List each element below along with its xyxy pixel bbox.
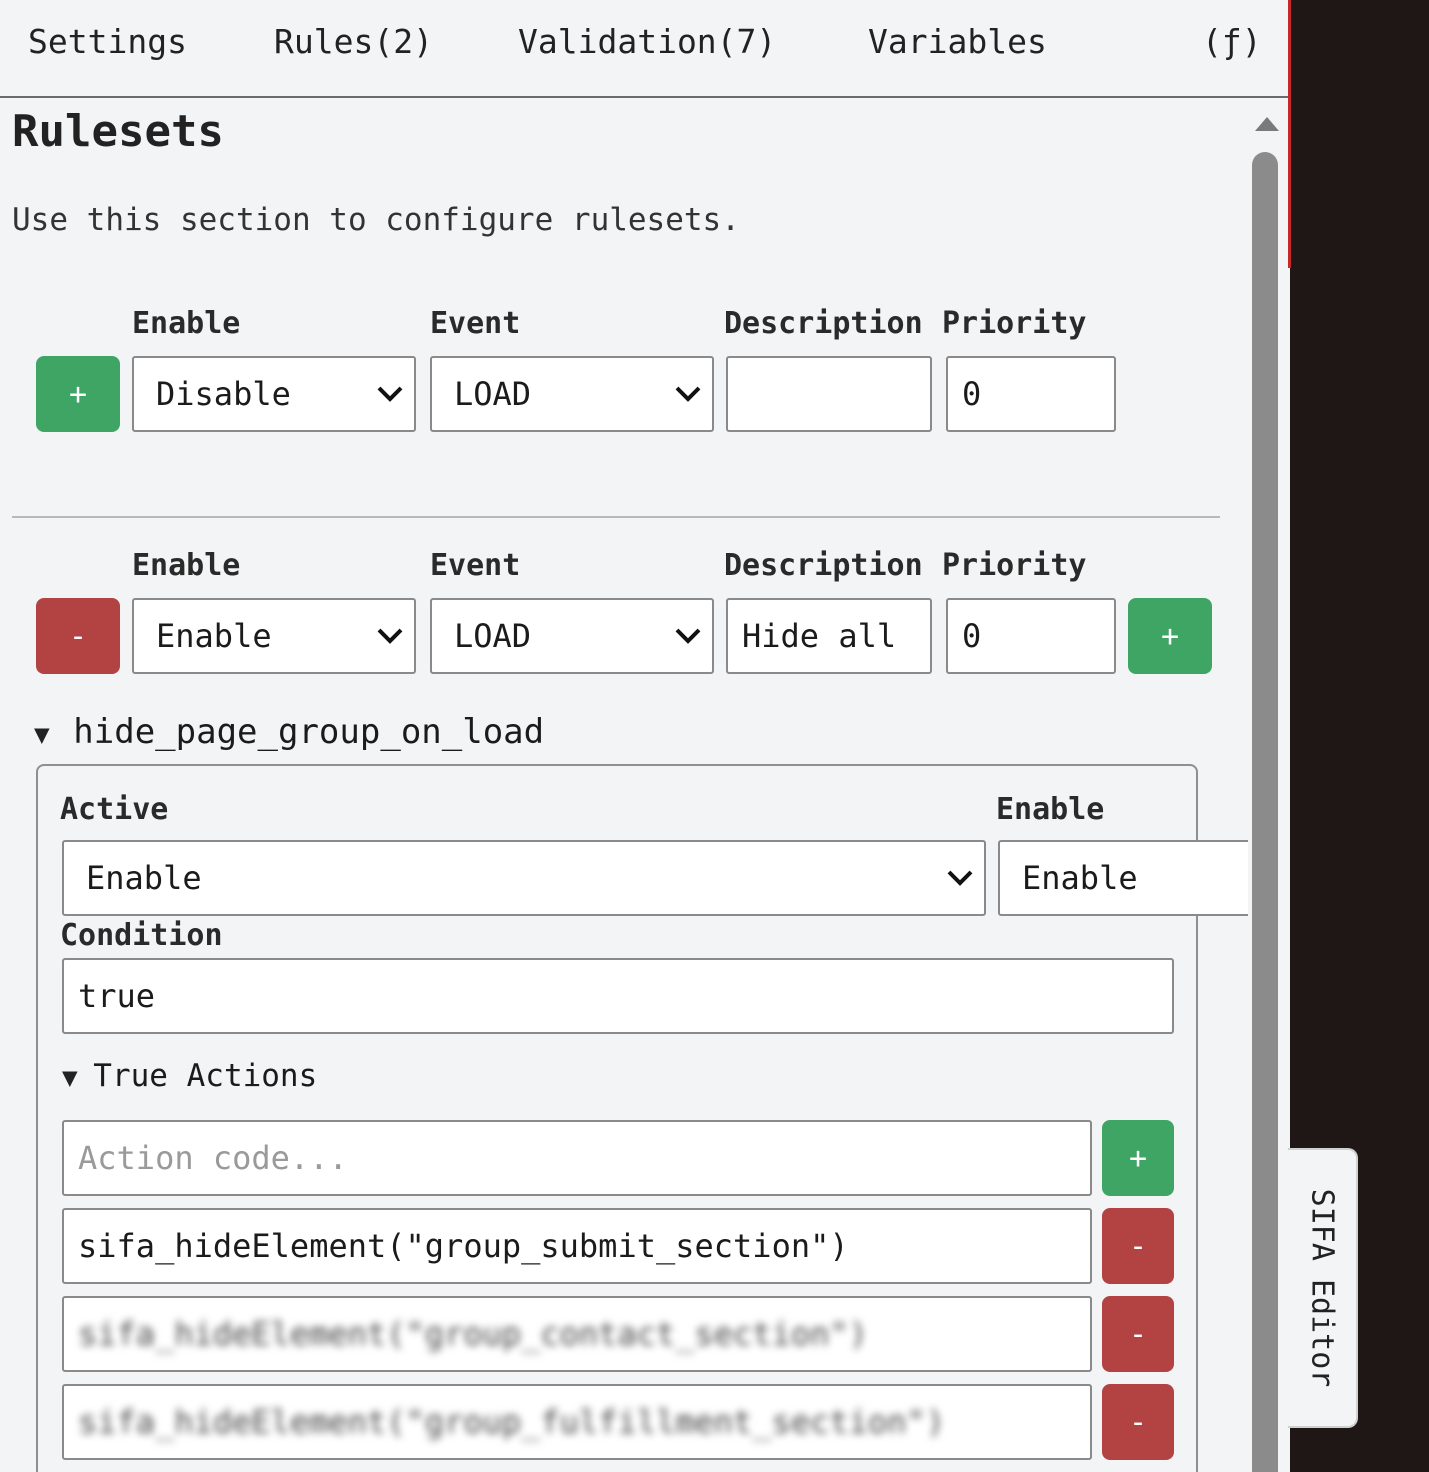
action-code-blurred: sifa_hideElement("group_fulfillment_sect… — [78, 1403, 945, 1441]
rules-content: Rulesets Use this section to configure r… — [0, 98, 1258, 1472]
ruleset-enable-select[interactable]: Enable — [132, 598, 416, 674]
remove-action-button[interactable]: - — [1102, 1208, 1174, 1284]
sifa-editor-label: SIFA Editor — [1304, 1188, 1340, 1388]
scroll-up-arrow-icon[interactable] — [1254, 116, 1280, 132]
action-input[interactable]: sifa_hideElement("group_fulfillment_sect… — [62, 1384, 1092, 1460]
tab-functions[interactable]: (ƒ) — [1202, 22, 1262, 61]
page-title: Rulesets — [12, 106, 224, 157]
add-ruleset-button[interactable]: + — [36, 356, 120, 432]
chevron-down-icon — [675, 628, 701, 644]
new-priority-input[interactable]: 0 — [946, 356, 1116, 432]
ruleset-priority-input[interactable]: 0 — [946, 598, 1116, 674]
editor-panel: Settings Rules(2) Validation(7) Variable… — [0, 0, 1290, 1472]
new-enable-select[interactable]: Disable — [132, 356, 416, 432]
collapse-triangle-icon: ▼ — [34, 720, 50, 750]
rule-enable-value: Enable — [1022, 859, 1138, 897]
remove-ruleset-button[interactable]: - — [36, 598, 120, 674]
tab-validation[interactable]: Validation(7) — [518, 22, 776, 61]
condition-input[interactable]: true — [62, 958, 1174, 1034]
sifa-editor-tab[interactable]: SIFA Editor — [1288, 1148, 1358, 1428]
active-label: Active — [60, 792, 169, 827]
add-rule-button[interactable]: + — [1128, 598, 1212, 674]
chevron-down-icon — [675, 386, 701, 402]
true-actions-label: True Actions — [93, 1058, 318, 1094]
tab-rules[interactable]: Rules(2) — [274, 22, 433, 61]
remove-action-button[interactable]: - — [1102, 1296, 1174, 1372]
true-actions-disclosure[interactable]: ▼ True Actions — [62, 1058, 317, 1094]
priority-label: Priority — [942, 306, 1087, 341]
ruleset-description-input[interactable]: Hide all — [726, 598, 932, 674]
new-event-value: LOAD — [454, 375, 532, 413]
condition-label: Condition — [60, 918, 223, 953]
new-event-select[interactable]: LOAD — [430, 356, 714, 432]
tab-settings[interactable]: Settings — [28, 22, 187, 61]
scrollbar-thumb[interactable] — [1252, 152, 1278, 1472]
ruleset-event-value: LOAD — [454, 617, 532, 655]
priority-label: Priority — [942, 548, 1087, 583]
action-input[interactable]: sifa_hideElement("group_contact_section"… — [62, 1296, 1092, 1372]
ruleset-enable-value: Enable — [156, 617, 272, 655]
rule-enable-label: Enable — [996, 792, 1105, 827]
description-label: Description — [724, 306, 923, 341]
tab-bar: Settings Rules(2) Validation(7) Variable… — [0, 0, 1290, 98]
chevron-down-icon — [377, 628, 403, 644]
divider — [12, 516, 1220, 518]
enable-label: Enable — [132, 548, 241, 583]
tab-variables[interactable]: Variables — [868, 22, 1047, 61]
remove-action-button[interactable]: - — [1102, 1384, 1174, 1460]
enable-label: Enable — [132, 306, 241, 341]
active-value: Enable — [86, 859, 202, 897]
ruleset-event-select[interactable]: LOAD — [430, 598, 714, 674]
description-label: Description — [724, 548, 923, 583]
add-action-button[interactable]: + — [1102, 1120, 1174, 1196]
new-description-input[interactable] — [726, 356, 932, 432]
rule-box: Active Enable Enable Enable Condition tr… — [36, 764, 1258, 1472]
collapse-triangle-icon: ▼ — [62, 1063, 78, 1093]
chevron-down-icon — [377, 386, 403, 402]
event-label: Event — [430, 548, 521, 583]
chevron-down-icon — [947, 870, 973, 886]
page-description: Use this section to configure rulesets. — [12, 202, 740, 238]
event-label: Event — [430, 306, 521, 341]
ruleset-name: hide_page_group_on_load — [73, 712, 545, 752]
new-action-input[interactable]: Action code... — [62, 1120, 1092, 1196]
active-select[interactable]: Enable — [62, 840, 986, 916]
new-action-placeholder: Action code... — [78, 1139, 348, 1177]
action-code-blurred: sifa_hideElement("group_contact_section"… — [78, 1315, 868, 1353]
accent-bar — [1288, 0, 1291, 268]
rule-enable-select[interactable]: Enable — [998, 840, 1258, 916]
new-enable-value: Disable — [156, 375, 291, 413]
ruleset-disclosure[interactable]: ▼ hide_page_group_on_load — [34, 712, 544, 752]
action-input[interactable]: sifa_hideElement("group_submit_section") — [62, 1208, 1092, 1284]
